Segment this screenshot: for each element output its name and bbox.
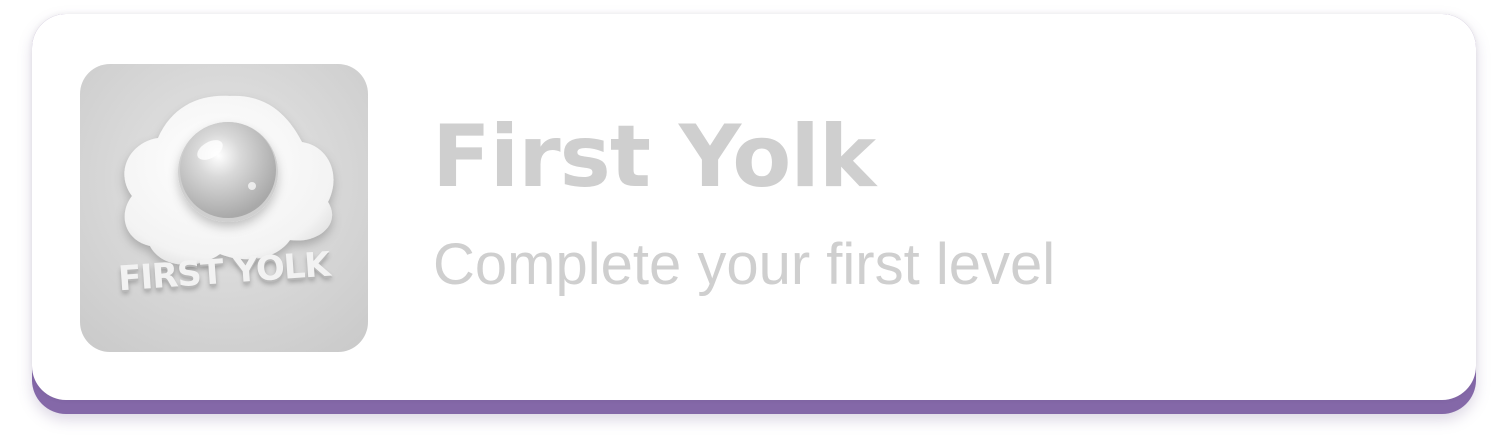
achievement-description: Complete your first level — [433, 232, 1056, 297]
achievement-title: First Yolk — [432, 107, 876, 207]
achievement-card[interactable]: FIRST YOLK First Yolk Complete your firs… — [32, 14, 1476, 400]
achievement-badge: FIRST YOLK — [80, 64, 368, 352]
fried-egg-icon — [124, 95, 334, 265]
